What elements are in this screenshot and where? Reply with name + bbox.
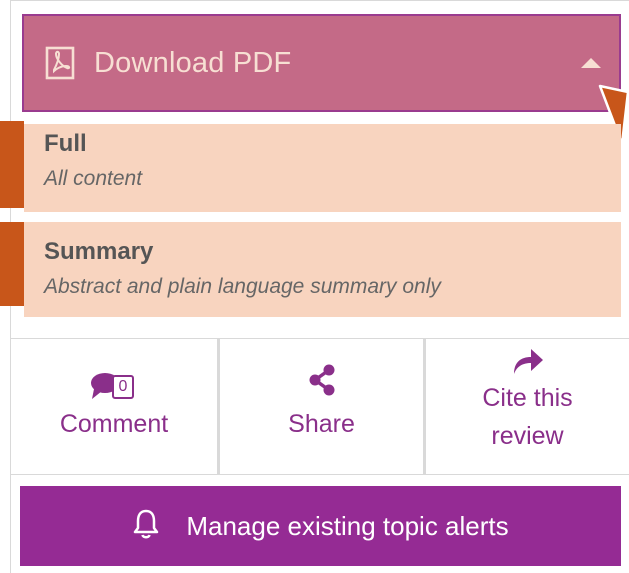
article-actions-row: 0 Comment Share Cite this review: [11, 338, 629, 475]
cite-label-line2: review: [491, 422, 564, 450]
download-option-full[interactable]: Full All content: [24, 124, 621, 212]
option-description: Abstract and plain language summary only: [44, 275, 441, 298]
cite-label-line1: Cite this: [482, 384, 573, 412]
share-label: Share: [288, 410, 355, 438]
option-description: All content: [44, 167, 143, 190]
share-button[interactable]: Share: [217, 339, 423, 474]
download-option-summary[interactable]: Summary Abstract and plain language summ…: [24, 222, 621, 317]
comment-button[interactable]: 0 Comment: [11, 339, 217, 474]
comment-label: Comment: [59, 410, 169, 438]
option-title: Summary: [44, 238, 154, 265]
reply-arrow-icon: [511, 346, 545, 381]
option-marker-full: [0, 121, 24, 208]
option-title: Full: [44, 130, 87, 157]
comment-count-badge: 0: [112, 375, 134, 399]
pdf-file-icon: [42, 45, 78, 81]
manage-topic-alerts-button[interactable]: Manage existing topic alerts: [20, 486, 621, 566]
cite-review-button[interactable]: Cite this review: [423, 339, 629, 474]
bell-icon: [132, 508, 160, 545]
manage-alerts-label: Manage existing topic alerts: [186, 510, 509, 541]
caret-up-icon: [581, 58, 601, 68]
share-icon: [307, 364, 337, 401]
download-pdf-button[interactable]: Download PDF: [22, 14, 621, 112]
download-pdf-label: Download PDF: [94, 46, 292, 79]
option-marker-summary: [0, 222, 24, 306]
